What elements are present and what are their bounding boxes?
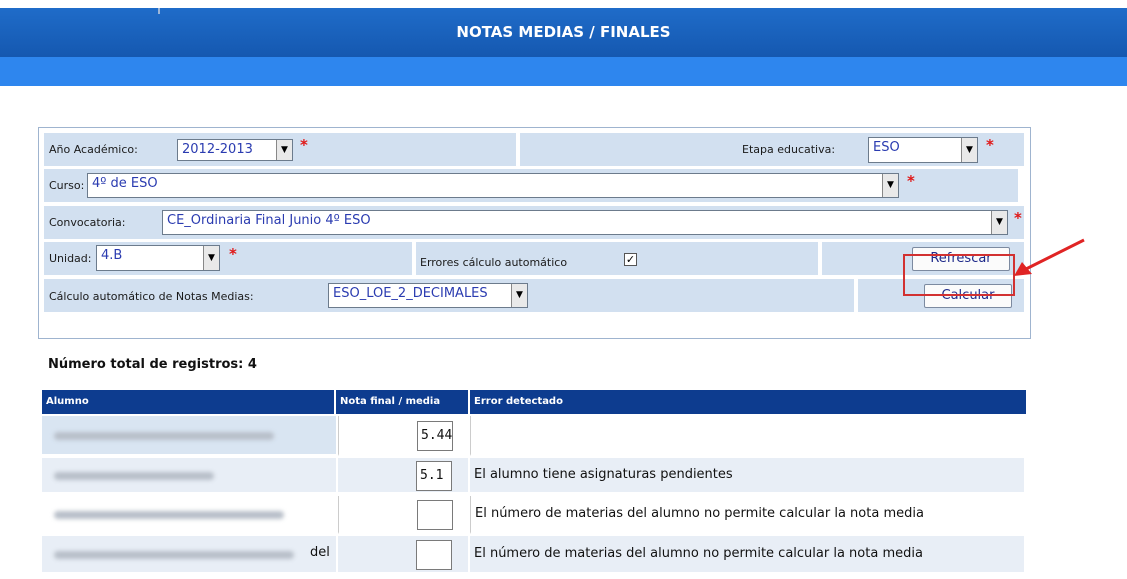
error-text: El número de materias del alumno no perm…: [475, 506, 924, 521]
avg-label: Cálculo automático de Notas Medias:: [49, 290, 254, 303]
errors-label: Errores cálculo automático: [420, 256, 568, 269]
grade-cell: [338, 496, 470, 534]
form-row-call: Convocatoria: CE_Ordinaria Final Junio 4…: [44, 206, 1024, 239]
call-value: CE_Ordinaria Final Junio 4º ESO: [167, 213, 371, 228]
form-row-avg: Cálculo automático de Notas Medias: ESO_…: [44, 279, 1024, 312]
year-value: 2012-2013: [182, 142, 253, 157]
course-label: Curso:: [49, 179, 85, 192]
table-row: del: [42, 536, 338, 574]
course-value: 4º de ESO: [92, 176, 158, 191]
errors-cell: Errores cálculo automático ✓: [416, 242, 818, 275]
required-mark: *: [229, 245, 237, 263]
dropdown-arrow-icon[interactable]: ▼: [882, 174, 898, 197]
required-mark: *: [300, 136, 308, 154]
red-arrow-icon: [1014, 238, 1085, 276]
avg-select[interactable]: ESO_LOE_2_DECIMALES ▼: [328, 283, 528, 308]
form-row-course: Curso: 4º de ESO ▼ *: [44, 169, 1018, 202]
year-label: Año Académico:: [49, 143, 138, 156]
year-select[interactable]: 2012-2013 ▼: [177, 139, 293, 161]
dropdown-arrow-icon[interactable]: ▼: [511, 284, 527, 307]
error-cell: [470, 416, 1026, 456]
error-cell: El número de materias del alumno no perm…: [470, 536, 1026, 574]
call-label: Convocatoria:: [49, 216, 126, 229]
column-header-student: Alumno: [42, 390, 334, 414]
header-subbar: [0, 57, 1127, 86]
refresh-highlight: [903, 254, 1015, 296]
grade-input[interactable]: 5.1: [416, 461, 452, 491]
call-select[interactable]: CE_Ordinaria Final Junio 4º ESO ▼: [162, 210, 1008, 235]
grade-input[interactable]: [416, 540, 452, 570]
error-text: El número de materias del alumno no perm…: [474, 546, 923, 561]
course-select[interactable]: 4º de ESO ▼: [87, 173, 899, 198]
page-title: NOTAS MEDIAS / FINALES: [456, 23, 671, 41]
student-name-redacted: [54, 472, 214, 480]
column-header-grade: Nota final / media: [336, 390, 468, 414]
results-table: Alumno Nota final / media Error detectad…: [42, 390, 1026, 579]
error-cell: El número de materias del alumno no perm…: [470, 496, 1026, 534]
student-name-suffix: del: [310, 545, 330, 560]
checkbox-icon[interactable]: ✓: [624, 253, 637, 266]
year-cell: Año Académico: 2012-2013 ▼ *: [44, 133, 516, 166]
required-mark: *: [1014, 209, 1022, 227]
form-row-year: Año Académico: 2012-2013 ▼ * Etapa educa…: [44, 133, 1024, 166]
grade-input[interactable]: 5.44: [417, 421, 453, 451]
unit-select[interactable]: 4.B ▼: [96, 245, 220, 271]
grade-cell: 5.1: [338, 458, 470, 494]
records-count: Número total de registros: 4: [48, 357, 257, 372]
student-name-redacted: [54, 432, 274, 440]
header-divider: [158, 8, 160, 14]
avg-cell: Cálculo automático de Notas Medias: ESO_…: [44, 279, 854, 312]
table-row: [42, 496, 338, 534]
error-text: El alumno tiene asignaturas pendientes: [474, 467, 733, 482]
student-name-redacted: [54, 511, 284, 519]
required-mark: *: [907, 172, 915, 190]
table-row: [42, 416, 338, 456]
unit-cell: Unidad: 4.B ▼ *: [44, 242, 412, 275]
grade-cell: [338, 536, 470, 574]
dropdown-arrow-icon[interactable]: ▼: [276, 140, 292, 160]
dropdown-arrow-icon[interactable]: ▼: [203, 246, 219, 270]
dropdown-arrow-icon[interactable]: ▼: [961, 138, 977, 162]
form-row-unit: Unidad: 4.B ▼ * Errores cálculo automáti…: [44, 242, 1024, 275]
column-header-error: Error detectado: [470, 390, 1026, 414]
unit-value: 4.B: [101, 248, 123, 263]
filter-form: Año Académico: 2012-2013 ▼ * Etapa educa…: [38, 127, 1031, 339]
error-cell: El alumno tiene asignaturas pendientes: [470, 458, 1026, 494]
page-header: NOTAS MEDIAS / FINALES: [0, 8, 1127, 57]
unit-label: Unidad:: [49, 252, 92, 265]
student-name-redacted: [54, 551, 294, 559]
table-row: [42, 458, 338, 494]
stage-label: Etapa educativa:: [742, 143, 836, 156]
dropdown-arrow-icon[interactable]: ▼: [991, 211, 1007, 234]
avg-value: ESO_LOE_2_DECIMALES: [333, 286, 488, 301]
grade-cell: 5.44: [338, 416, 470, 456]
stage-select[interactable]: ESO ▼: [868, 137, 978, 163]
required-mark: *: [986, 136, 994, 154]
stage-value: ESO: [873, 140, 900, 155]
grade-input[interactable]: [417, 500, 453, 530]
stage-cell: Etapa educativa: ESO ▼ *: [520, 133, 1024, 166]
